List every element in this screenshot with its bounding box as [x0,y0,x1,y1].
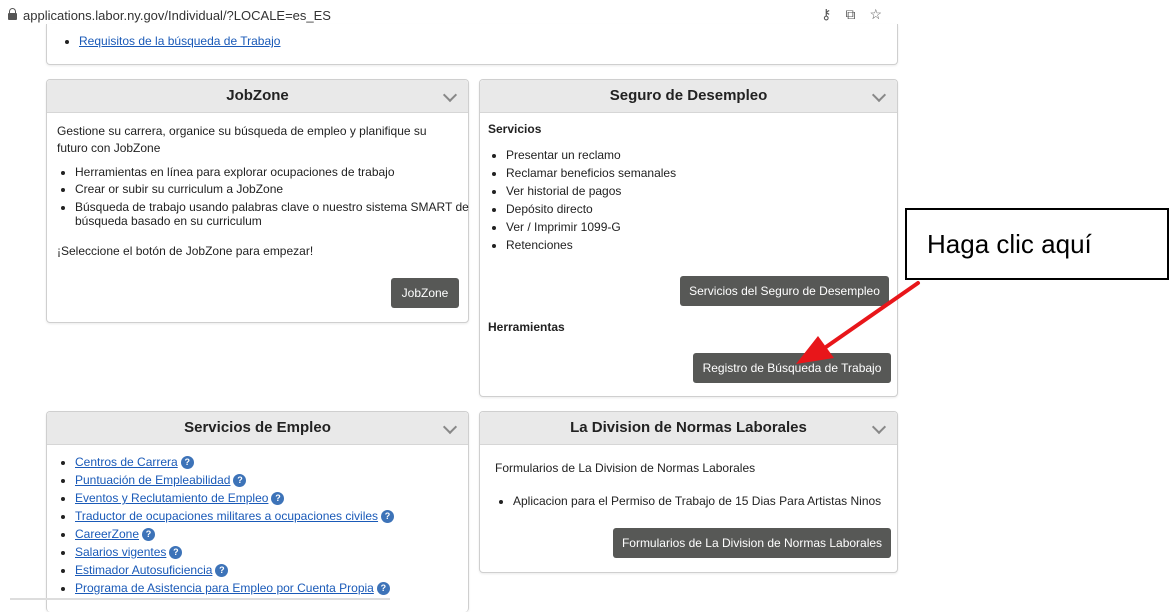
list-item: Puntuación de Empleabilidad? [75,471,394,489]
list-item: Presentar un reclamo [506,146,676,164]
chevron-down-icon[interactable] [442,87,458,103]
list-item: Ver historial de pagos [506,182,676,200]
help-icon[interactable]: ? [233,474,247,488]
list-item: Salarios vigentes? [75,543,394,561]
seguro-title: Seguro de Desempleo [609,87,768,104]
list-item: Eventos y Reclutamiento de Empleo? [75,489,394,507]
jobzone-cta: ¡Seleccione el botón de JobZone para emp… [57,244,314,258]
empleo-title: Servicios de Empleo [184,419,331,436]
list-item: Ver / Imprimir 1099-G [506,218,676,236]
servicios-seguro-button[interactable]: Servicios del Seguro de Desempleo [680,276,889,306]
key-icon[interactable]: ⚷ [821,6,831,23]
list-item: CareerZone? [75,525,394,543]
jobzone-title: JobZone [226,87,289,104]
puntuacion-empleabilidad-link[interactable]: Puntuación de Empleabilidad [75,473,230,487]
normas-list: Aplicacion para el Permiso de Trabajo de… [495,492,881,510]
normas-intro: Formularios de La Division de Normas Lab… [495,461,756,475]
jobzone-card: JobZone Gestione su carrera, organice su… [46,79,469,323]
jobzone-header[interactable]: JobZone [47,80,468,113]
empleo-card: Servicios de Empleo Centros de Carrera? … [46,411,469,612]
normas-card: La Division de Normas Laborales Formular… [479,411,898,573]
list-item: Programa de Asistencia para Empleo por C… [75,579,394,597]
browser-toolbar: ⚷ ⧉ ☆ [821,6,882,23]
salarios-vigentes-link[interactable]: Salarios vigentes [75,545,166,559]
translate-icon[interactable]: ⧉ [845,6,855,23]
list-item: Herramientas en línea para explorar ocup… [75,164,475,181]
careerzone-link[interactable]: CareerZone [75,527,139,541]
traductor-ocupaciones-link[interactable]: Traductor de ocupaciones militares a ocu… [75,509,378,523]
list-item: Reclamar beneficios semanales [506,164,676,182]
servicios-heading: Servicios [488,122,542,136]
empleo-header[interactable]: Servicios de Empleo [47,412,468,445]
centros-carrera-link[interactable]: Centros de Carrera [75,455,178,469]
jobzone-button[interactable]: JobZone [391,278,459,308]
lock-icon [8,8,17,20]
seguro-card: Seguro de Desempleo Servicios Presentar … [479,79,898,397]
list-item: Estimador Autosuficiencia? [75,561,394,579]
seguro-header[interactable]: Seguro de Desempleo [480,80,897,113]
list-item: Crear or subir su curriculum a JobZone [75,181,475,198]
callout-text: Haga clic aquí [927,229,1092,259]
list-item: Requisitos de la búsqueda de Trabajo [79,32,280,50]
list-item: Depósito directo [506,200,676,218]
registro-busqueda-button[interactable]: Registro de Búsqueda de Trabajo [693,353,891,383]
formularios-normas-button[interactable]: Formularios de La Division de Normas Lab… [613,528,891,558]
help-icon[interactable]: ? [271,492,285,506]
list-item: Centros de Carrera? [75,453,394,471]
requisitos-link[interactable]: Requisitos de la búsqueda de Trabajo [79,34,280,48]
help-icon[interactable]: ? [169,546,183,560]
help-icon[interactable]: ? [376,582,390,596]
help-icon[interactable]: ? [381,510,395,524]
scroll-divider [10,598,390,600]
chevron-down-icon[interactable] [871,419,887,435]
annotation-callout: Haga clic aquí [905,208,1169,280]
normas-header[interactable]: La Division de Normas Laborales [480,412,897,445]
help-icon[interactable]: ? [142,528,156,542]
star-icon[interactable]: ☆ [869,6,882,23]
chevron-down-icon[interactable] [442,419,458,435]
list-item: Búsqueda de trabajo usando palabras clav… [75,200,475,228]
herramientas-heading: Herramientas [488,320,565,334]
list-item: Retenciones [506,236,676,254]
eventos-reclutamiento-link[interactable]: Eventos y Reclutamiento de Empleo [75,491,268,505]
list-item: Traductor de ocupaciones militares a ocu… [75,507,395,525]
jobzone-list: Herramientas en línea para explorar ocup… [57,164,475,228]
empleo-links: Centros de Carrera? Puntuación de Emplea… [57,453,395,597]
programa-asistencia-link[interactable]: Programa de Asistencia para Empleo por C… [75,581,374,595]
top-card: Requisitos de la búsqueda de Trabajo [46,24,898,65]
servicios-list: Presentar un reclamo Reclamar beneficios… [488,146,676,254]
list-item: Aplicacion para el Permiso de Trabajo de… [513,492,881,510]
help-icon[interactable]: ? [215,564,229,578]
chevron-down-icon[interactable] [871,87,887,103]
help-icon[interactable]: ? [180,456,194,470]
jobzone-intro: Gestione su carrera, organice su búsqued… [57,124,427,155]
url-text[interactable]: applications.labor.ny.gov/Individual/?LO… [23,8,331,23]
estimador-autosuficiencia-link[interactable]: Estimador Autosuficiencia [75,563,212,577]
normas-title: La Division de Normas Laborales [570,419,807,436]
